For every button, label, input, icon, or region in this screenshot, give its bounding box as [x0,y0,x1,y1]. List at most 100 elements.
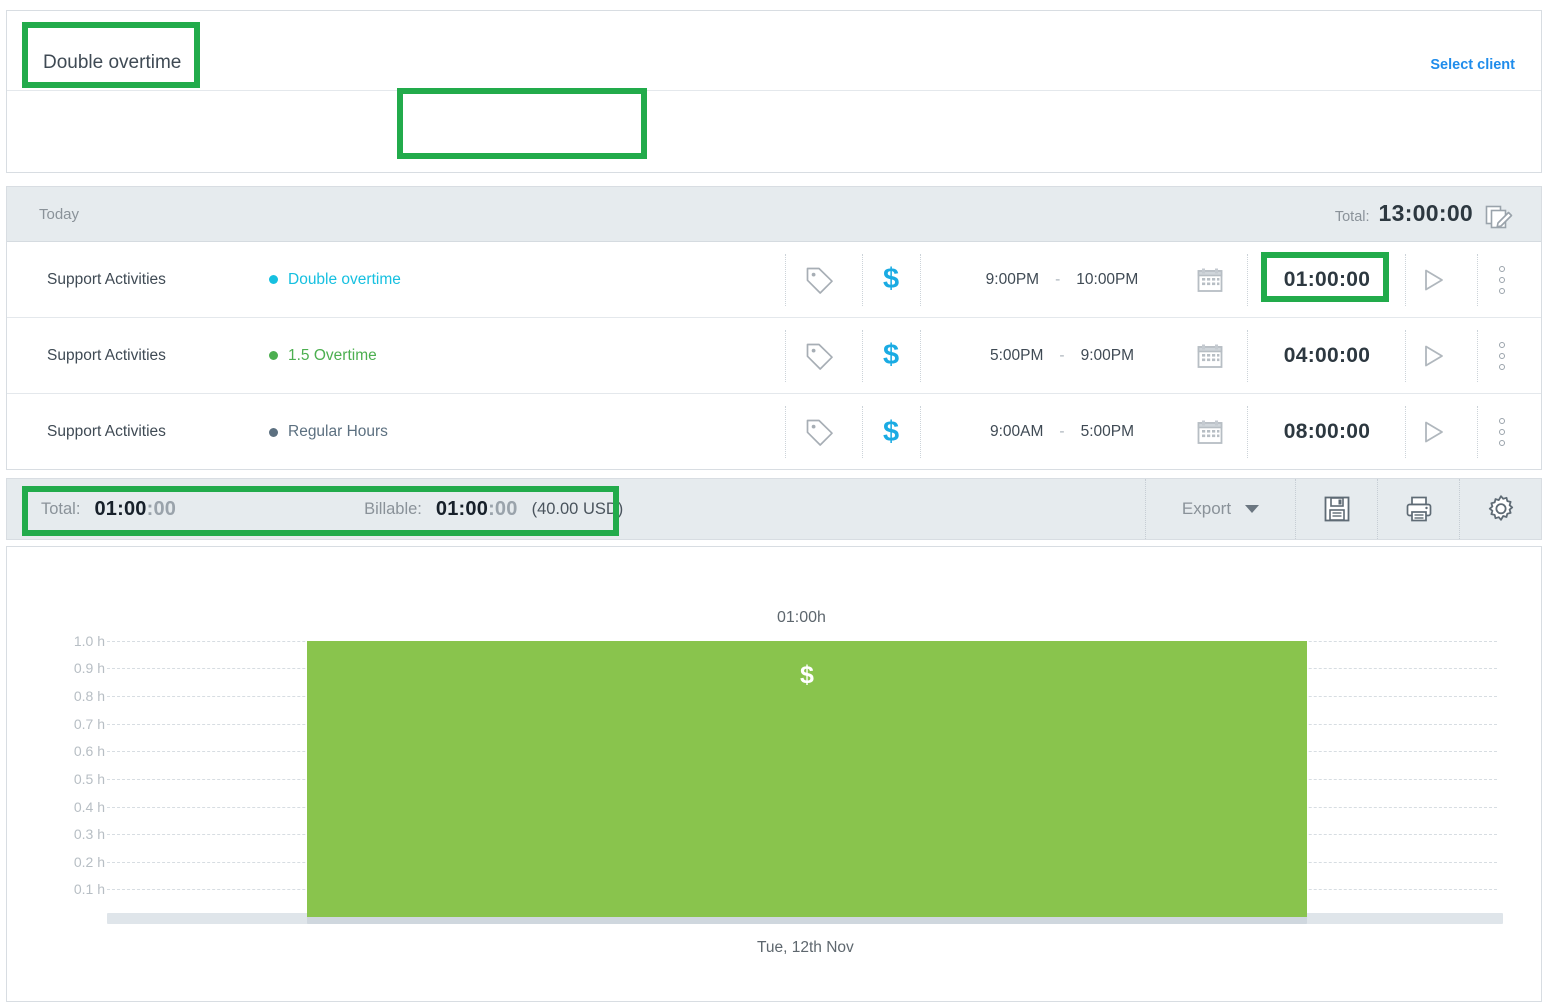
entry-start-timer-button[interactable] [1419,342,1447,370]
billable-amount: (40.00 USD) [531,499,624,518]
entry-start-time: 5:00PM [989,346,1044,364]
billable-value-hm: 01:00 [435,497,489,520]
entry-tag-button[interactable] [804,265,836,295]
total-value-hm: 01:00 [94,497,147,520]
entry-time-range[interactable]: 9:00PM -10:00PM [937,271,1187,289]
report-toolbar: Export [1145,479,1541,539]
y-axis-tick-label: 0.9 h [73,660,105,677]
table-row[interactable]: Support Activities Regular Hours $9:00AM -5… [7,394,1541,470]
entry-project-chip[interactable]: 1.5 Overtime [269,347,377,365]
entry-task-name: Support Activities [47,346,166,364]
total-value-seconds: :00 [146,497,177,520]
entry-end-time: 10:00PM [1076,270,1139,288]
entry-end-time: 9:00PM [1080,346,1134,364]
entry-project-name: 1.5 Overtime [288,346,377,364]
y-axis-tick-label: 0.1 h [73,881,105,898]
hours-bar-chart-card: 1.0 h 0.9 h 0.8 h 0.7 h 0.6 h 0.5 h 0.4 h 0.3 h… [6,546,1542,1002]
project-detail-card: Double overtime Select client Public (vi… [6,10,1542,237]
time-entry-list: Support Activities Double overtime $9:00PM… [7,242,1541,470]
play-icon [1425,421,1443,443]
chart-bar-value-label: 01:00h [777,608,826,626]
time-entries-card: Today Total: 13:00:00 Support Activities… [6,186,1542,470]
entry-date-button[interactable] [1195,342,1225,370]
calendar-icon [1197,268,1223,292]
table-row[interactable]: Support Activities Double overtime $9:00PM… [7,242,1541,318]
page-title: Double overtime [43,52,182,73]
gear-icon [1488,495,1513,521]
bar-chart: 1.0 h 0.9 h 0.8 h 0.7 h 0.6 h 0.5 h 0.4 h 0.3 h… [7,547,1543,1003]
day-total-value: 13:00:00 [1378,200,1473,226]
entry-time-dash: - [1059,423,1065,440]
entry-start-time: 9:00AM [989,423,1044,440]
calendar-icon [1197,420,1223,444]
export-button[interactable]: Export [1145,479,1295,539]
entry-project-name: Double overtime [288,270,401,288]
day-total: Total: 13:00:00 [1335,200,1473,227]
y-axis-tick-label: 1.0 h [73,632,105,649]
billable-total-value: 01:00:00 [436,498,518,521]
day-header: Today Total: 13:00:00 [7,187,1541,242]
play-icon [1425,345,1443,366]
save-floppy-icon [1324,496,1349,522]
entry-menu-button[interactable] [1499,418,1505,446]
total-label: Total: [41,499,81,518]
entry-project-chip[interactable]: Double overtime [269,271,401,289]
save-button[interactable] [1295,479,1377,539]
total-value: 01:00:00 [94,498,176,521]
project-card-bottom-row: Public (visible to the whole team) ✓ Bil… [7,91,1541,237]
entry-menu-button[interactable] [1499,341,1505,370]
copy-edit-icon[interactable] [1485,203,1515,231]
entry-time-range[interactable]: 5:00PM -9:00PM [937,347,1187,365]
entry-task-name: Support Activities [47,423,166,440]
entry-duration[interactable]: 01:00:00 [1257,268,1397,292]
entry-start-time: 9:00PM [985,270,1040,288]
billable-total-label: Billable: [364,499,422,518]
y-axis-tick-label: 0.8 h [73,688,105,705]
y-axis-tick-label: 0.5 h [73,770,105,787]
entry-billable-toggle[interactable]: $ [883,417,899,447]
chevron-down-icon [1245,505,1260,513]
entry-duration[interactable]: 04:00:00 [1257,344,1397,368]
entry-start-timer-button[interactable] [1419,266,1447,294]
play-icon [1425,269,1443,290]
entry-billable-toggle[interactable]: $ [883,265,899,294]
project-color-dot [269,275,278,284]
entry-time-range[interactable]: 9:00AM -5:00PM [937,423,1187,441]
entry-time-dash: - [1059,346,1065,364]
day-label: Today [39,206,80,223]
timesheet-page: Double overtime Select client Public (vi… [0,0,1548,1008]
y-axis-tick-label: 0.4 h [73,798,105,815]
print-button[interactable] [1377,479,1459,539]
y-axis-tick-label: 0.3 h [73,826,105,843]
settings-button[interactable] [1459,479,1541,539]
day-total-label: Total: [1334,209,1370,225]
entry-end-time: 5:00PM [1080,423,1134,440]
print-icon [1406,496,1431,522]
y-axis-tick-label: 0.6 h [73,743,105,760]
tag-icon [806,343,833,370]
tag-icon [806,419,833,446]
project-color-dot [269,351,278,360]
tag-icon [806,267,833,294]
entry-tag-button[interactable] [804,341,836,371]
entry-start-timer-button[interactable] [1419,418,1447,446]
calendar-icon [1197,344,1223,368]
y-axis-tick-label: 0.2 h [73,853,105,870]
entry-date-button[interactable] [1195,266,1225,294]
entry-date-button[interactable] [1195,418,1225,446]
entry-tag-button[interactable] [804,417,836,447]
export-label: Export [1181,499,1232,518]
chart-bar-billable-icon: $ [800,660,814,689]
totals-summary: Total: 01:00:00 Billable: 01:00:00 (40.0… [41,479,623,539]
entry-project-chip[interactable]: Regular Hours [269,423,388,441]
x-axis-tick-label: Tue, 12th Nov [757,939,854,956]
select-client-link[interactable]: Select client [1430,57,1515,73]
entry-task-name: Support Activities [47,270,166,288]
entry-billable-toggle[interactable]: $ [883,341,899,370]
y-axis-tick-label: 0.7 h [73,715,105,732]
project-card-top-row: Double overtime Select client [7,11,1541,91]
billable-value-seconds: :00 [488,497,518,520]
table-row[interactable]: Support Activities 1.5 Overtime $5:00PM -9:… [7,318,1541,394]
entry-duration[interactable]: 08:00:00 [1257,420,1397,444]
entry-menu-button[interactable] [1499,265,1505,294]
